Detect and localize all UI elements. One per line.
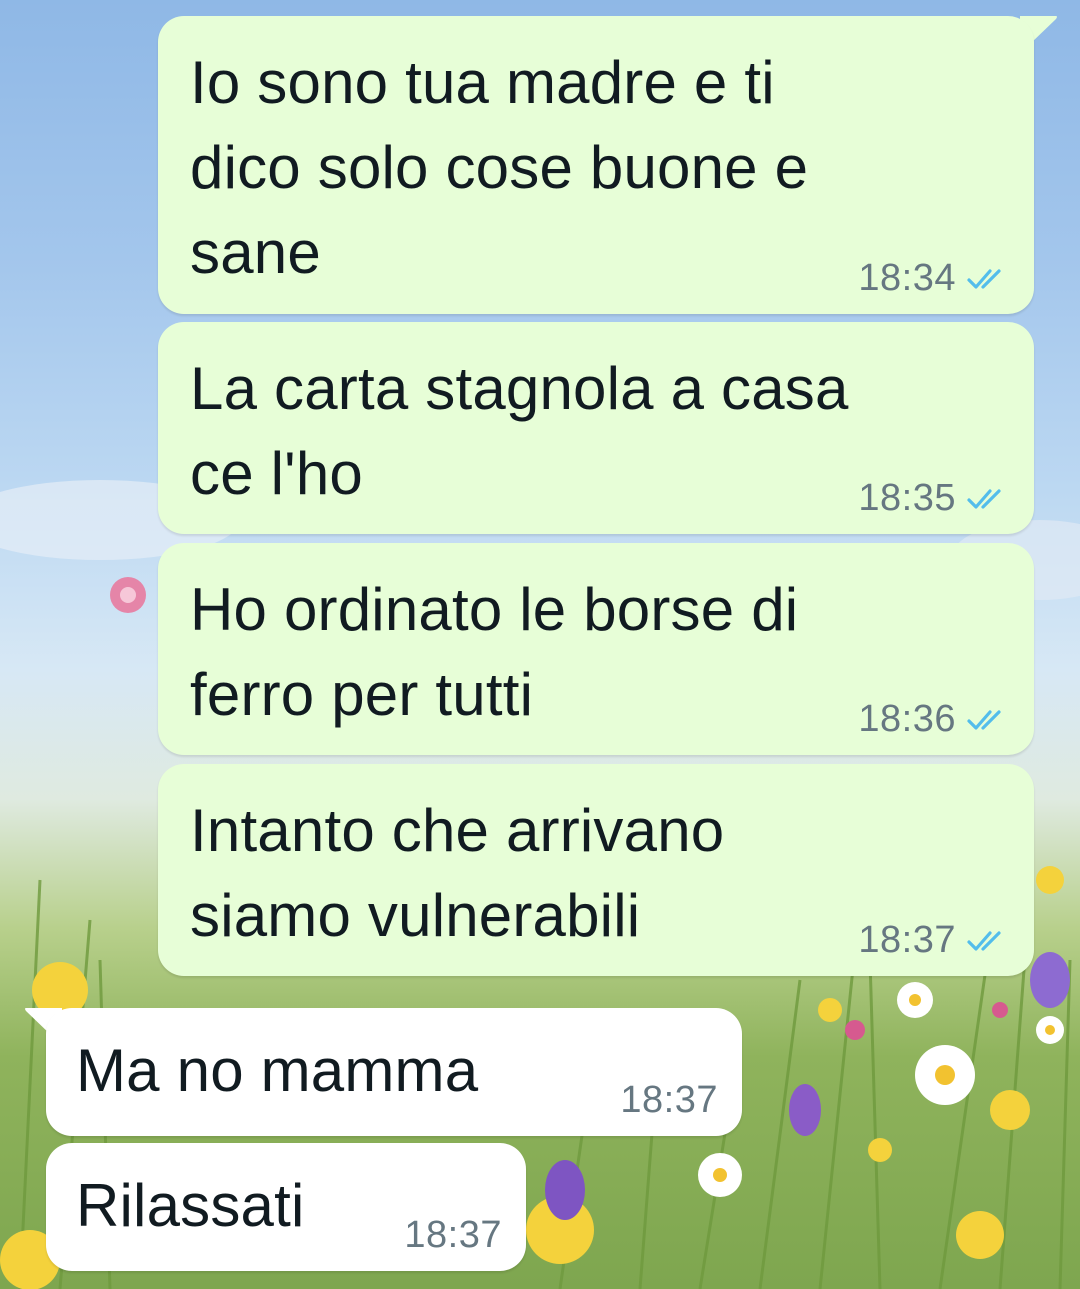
message-time: 18:37 <box>404 1214 502 1256</box>
message-bubble-outgoing[interactable]: Intanto che arrivano siamo vulnerabili 1… <box>158 764 1034 976</box>
message-meta: 18:35 <box>858 477 1008 520</box>
message-meta: 18:37 <box>620 1079 718 1122</box>
message-time: 18:34 <box>858 257 956 299</box>
message-meta: 18:37 <box>404 1214 502 1257</box>
message-bubble-outgoing[interactable]: La carta stagnola a casa ce l'ho 18:35 <box>158 322 1034 534</box>
message-time: 18:36 <box>858 698 956 740</box>
double-check-read-icon <box>967 930 1001 951</box>
message-time: 18:37 <box>620 1079 718 1121</box>
double-check-read-icon <box>967 268 1001 289</box>
double-check-read-icon <box>967 709 1001 730</box>
double-check-read-icon <box>967 488 1001 509</box>
message-bubble-incoming[interactable]: Ma no mamma 18:37 <box>46 1008 742 1136</box>
message-bubble-incoming[interactable]: Rilassati 18:37 <box>46 1143 526 1271</box>
chat-conversation: Io sono tua madre e ti dico solo cose bu… <box>0 0 1080 1289</box>
message-text: Ma no mamma <box>76 1037 479 1104</box>
message-text: Ho ordinato le borse di ferro per tutti <box>190 576 799 728</box>
message-meta: 18:34 <box>858 257 1008 300</box>
message-meta: 18:36 <box>858 698 1008 741</box>
message-meta: 18:37 <box>858 919 1008 962</box>
message-time: 18:37 <box>858 919 956 961</box>
message-text: Io sono tua madre e ti dico solo cose bu… <box>190 49 809 286</box>
message-text: Rilassati <box>76 1172 305 1239</box>
message-bubble-outgoing[interactable]: Io sono tua madre e ti dico solo cose bu… <box>158 16 1034 314</box>
message-bubble-outgoing[interactable]: Ho ordinato le borse di ferro per tutti … <box>158 543 1034 755</box>
message-text: Intanto che arrivano siamo vulnerabili <box>190 797 725 949</box>
message-time: 18:35 <box>858 477 956 519</box>
message-text: La carta stagnola a casa ce l'ho <box>190 355 849 507</box>
